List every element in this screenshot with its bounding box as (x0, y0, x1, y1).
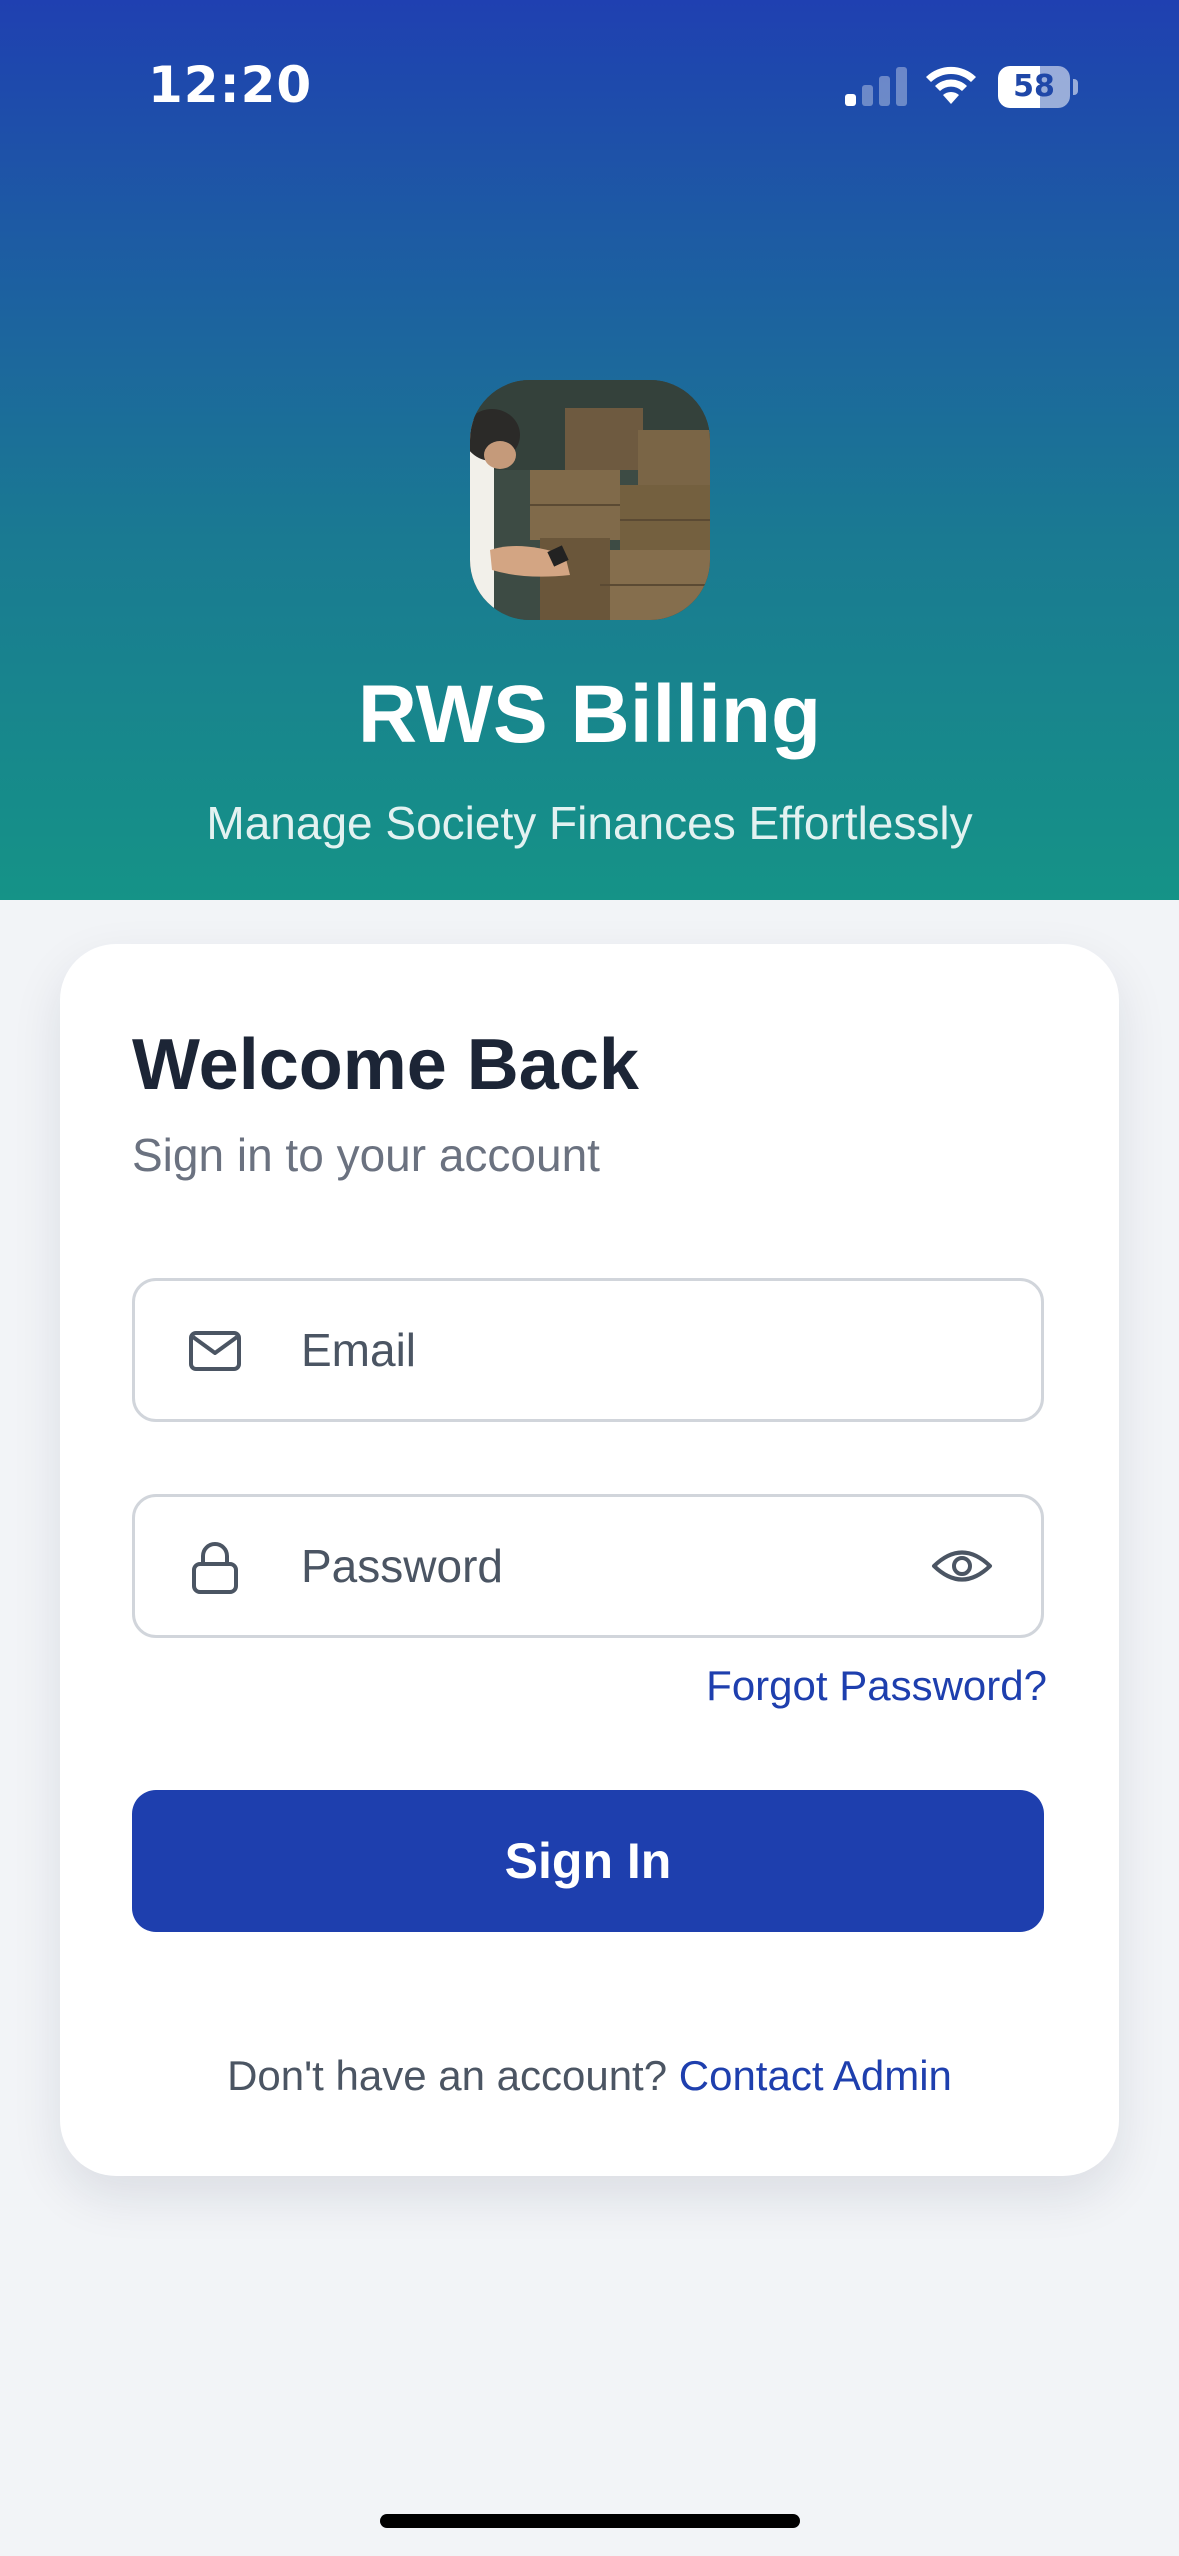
status-time: 12:20 (148, 56, 313, 114)
header-banner: 12:20 58 RWS Billing Manage Society Fina… (0, 0, 1179, 900)
signal-bar (862, 85, 873, 106)
signup-prompt-text: Don't have an account? (227, 2052, 679, 2099)
login-card: Welcome Back Sign in to your account For… (60, 944, 1119, 2176)
wifi-icon (926, 66, 976, 104)
signal-bar (879, 76, 890, 106)
eye-icon[interactable] (929, 1533, 995, 1599)
sign-in-button[interactable]: Sign In (132, 1790, 1044, 1932)
lock-icon (192, 1542, 238, 1594)
signal-bar (896, 67, 907, 106)
signal-icon (845, 66, 907, 106)
home-indicator[interactable] (380, 2514, 800, 2528)
signal-bar (845, 94, 856, 106)
battery-icon: 58 (998, 66, 1078, 108)
app-title: RWS Billing (357, 669, 822, 760)
app-logo (470, 380, 710, 620)
email-field[interactable] (132, 1278, 1044, 1422)
login-title: Welcome Back (132, 1025, 639, 1105)
login-subtitle: Sign in to your account (132, 1129, 600, 1181)
email-input[interactable] (301, 1281, 861, 1419)
signup-prompt: Don't have an account? Contact Admin (60, 2052, 1119, 2100)
forgot-password-link[interactable]: Forgot Password? (706, 1662, 1047, 1710)
battery-percent: 58 (1013, 69, 1055, 104)
mail-icon (189, 1331, 241, 1371)
password-input[interactable] (301, 1497, 861, 1635)
contact-admin-link[interactable]: Contact Admin (679, 2052, 952, 2099)
app-tagline: Manage Society Finances Effortlessly (206, 797, 973, 849)
password-field[interactable] (132, 1494, 1044, 1638)
